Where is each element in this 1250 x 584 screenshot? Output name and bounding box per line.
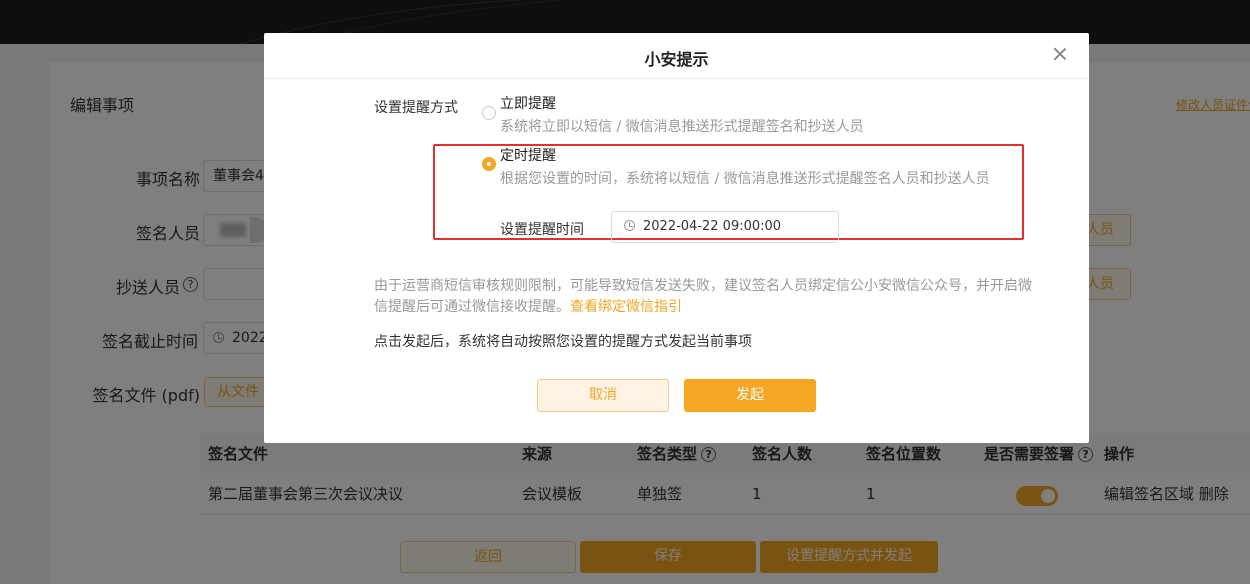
dialog-title: 小安提示 — [644, 50, 709, 69]
send-button[interactable]: 发起 — [684, 379, 816, 412]
option-immediate-title[interactable]: 立即提醒 — [500, 93, 556, 113]
reminder-time-label: 设置提醒时间 — [500, 222, 584, 238]
close-icon[interactable] — [1053, 47, 1067, 61]
sms-notice: 由于运营商短信审核规则限制，可能导致短信发送失败，建议签名人员绑定信公小安微信公… — [374, 278, 1032, 315]
reminder-dialog: 小安提示 设置提醒方式 立即提醒 系统将立即以短信 / 微信消息推送形式提醒签名… — [264, 33, 1089, 443]
dialog-header: 小安提示 — [264, 33, 1089, 79]
bind-wechat-guide-link[interactable]: 查看绑定微信指引 — [570, 299, 682, 315]
radio-immediate[interactable] — [482, 106, 496, 120]
cancel-button[interactable]: 取消 — [537, 379, 669, 412]
reminder-mode-label: 设置提醒方式 — [374, 100, 458, 116]
clock-icon — [624, 220, 635, 231]
reminder-time-input[interactable]: 2022-04-22 09:00:00 — [611, 211, 839, 243]
radio-scheduled[interactable] — [482, 157, 496, 171]
option-scheduled-desc: 根据您设置的时间，系统将以短信 / 微信消息推送形式提醒签名人员和抄送人员 — [500, 171, 990, 187]
option-immediate-desc: 系统将立即以短信 / 微信消息推送形式提醒签名和抄送人员 — [500, 119, 864, 135]
option-scheduled-title[interactable]: 定时提醒 — [500, 145, 556, 165]
send-notice: 点击发起后，系统将自动按照您设置的提醒方式发起当前事项 — [374, 334, 752, 350]
